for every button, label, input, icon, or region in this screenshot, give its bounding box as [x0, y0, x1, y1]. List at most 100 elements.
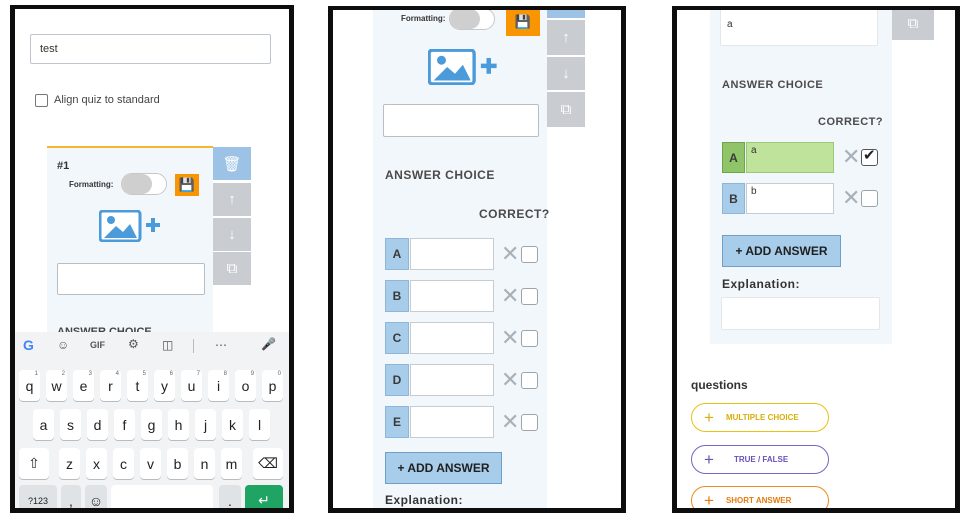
question-text-input[interactable]: a: [720, 10, 878, 46]
delete-choice-icon[interactable]: ✕: [501, 243, 519, 265]
delete-button[interactable]: [547, 10, 585, 18]
space-key[interactable]: [111, 485, 213, 508]
formatting-toggle[interactable]: [449, 10, 495, 30]
add-answer-button[interactable]: + ADD ANSWER: [385, 452, 502, 484]
key-l[interactable]: l: [249, 409, 270, 440]
enter-icon: ↵: [258, 492, 270, 508]
key-p[interactable]: p0: [262, 370, 283, 401]
choice-input-c[interactable]: [410, 322, 494, 354]
move-down-button[interactable]: ↓: [213, 218, 251, 251]
key-g[interactable]: g: [141, 409, 162, 440]
add-answer-button[interactable]: + ADD ANSWER: [722, 235, 841, 267]
key-r[interactable]: r4: [100, 370, 121, 401]
save-button[interactable]: 💾: [506, 10, 540, 36]
sticker-icon[interactable]: ☺: [57, 338, 69, 352]
backspace-key[interactable]: ⌫: [253, 448, 283, 479]
key-b[interactable]: b: [167, 448, 188, 479]
mode-switch-key[interactable]: ?123: [19, 485, 57, 508]
delete-choice-icon[interactable]: ✕: [501, 369, 519, 391]
delete-choice-icon[interactable]: ✕: [501, 285, 519, 307]
key-a[interactable]: a: [33, 409, 54, 440]
key-o[interactable]: o9: [235, 370, 256, 401]
move-down-button[interactable]: ↓: [547, 57, 585, 90]
correct-heading: CORRECT?: [479, 207, 550, 221]
question-text-input[interactable]: [57, 263, 205, 295]
question-text-input[interactable]: [383, 104, 539, 137]
align-standard-checkbox[interactable]: [35, 94, 48, 107]
key-number-hint: 8: [223, 371, 227, 377]
correct-checkbox-c[interactable]: [521, 330, 538, 347]
question-text-value: a: [727, 19, 733, 30]
key-k[interactable]: k: [222, 409, 243, 440]
questions-label: questions: [691, 378, 748, 392]
key-f[interactable]: f: [114, 409, 135, 440]
delete-choice-icon[interactable]: ✕: [501, 327, 519, 349]
explanation-input[interactable]: [721, 297, 880, 330]
delete-choice-b-icon[interactable]: ✕: [842, 187, 860, 209]
correct-checkbox-a[interactable]: [521, 246, 538, 263]
comma-key[interactable]: ,: [61, 485, 81, 508]
key-q[interactable]: q1: [19, 370, 40, 401]
correct-checkbox-a[interactable]: ✔: [861, 147, 878, 166]
formatting-toggle[interactable]: [121, 173, 167, 195]
choice-input-b[interactable]: [410, 280, 494, 312]
choice-input-b[interactable]: b: [746, 183, 834, 214]
move-up-button[interactable]: ↑: [213, 183, 251, 216]
move-up-button[interactable]: ↑: [547, 20, 585, 55]
key-w[interactable]: w2: [46, 370, 67, 401]
translate-icon[interactable]: ◫: [162, 338, 173, 352]
mic-icon[interactable]: 🎤: [261, 337, 276, 351]
key-n[interactable]: n: [194, 448, 215, 479]
key-h[interactable]: h: [168, 409, 189, 440]
choice-input-d[interactable]: [410, 364, 494, 396]
add-image-icon[interactable]: [99, 210, 163, 242]
key-i[interactable]: i8: [208, 370, 229, 401]
add-multiple-choice-button[interactable]: + MULTIPLE CHOICE: [691, 403, 829, 432]
gear-icon[interactable]: ⚙: [128, 337, 139, 351]
quiz-title-input[interactable]: test: [30, 34, 271, 64]
correct-checkbox-b[interactable]: [861, 190, 878, 207]
key-number-hint: 6: [169, 371, 173, 377]
period-key[interactable]: .: [219, 485, 241, 508]
delete-choice-a-icon[interactable]: ✕: [842, 146, 860, 168]
enter-key[interactable]: ↵: [245, 485, 283, 508]
short-answer-label: SHORT ANSWER: [725, 496, 792, 505]
key-d[interactable]: d: [87, 409, 108, 440]
delete-button[interactable]: 🗑: [213, 147, 251, 180]
correct-checkbox-b[interactable]: [521, 288, 538, 305]
choice-input-a[interactable]: [410, 238, 494, 270]
more-icon[interactable]: ⋯: [215, 338, 227, 352]
answer-choice-heading: ANSWER CHOICE: [722, 79, 824, 91]
key-s[interactable]: s: [60, 409, 81, 440]
shift-key[interactable]: ⇧: [19, 448, 49, 479]
key-c[interactable]: c: [113, 448, 134, 479]
choice-input-e[interactable]: [410, 406, 494, 438]
google-icon[interactable]: G: [23, 337, 34, 353]
save-button[interactable]: 💾: [175, 174, 199, 196]
key-x[interactable]: x: [86, 448, 107, 479]
choice-input-a[interactable]: a: [746, 142, 834, 173]
duplicate-button[interactable]: ⧉: [213, 252, 251, 285]
key-u[interactable]: u7: [181, 370, 202, 401]
question-card: #1 Formatting: 💾 ANSWER CHOICE: [47, 146, 213, 346]
duplicate-button[interactable]: ⧉: [547, 92, 585, 127]
correct-checkbox-d[interactable]: [521, 372, 538, 389]
add-image-icon[interactable]: [428, 49, 500, 85]
key-m[interactable]: m: [221, 448, 242, 479]
key-z[interactable]: z: [59, 448, 80, 479]
add-short-answer-button[interactable]: + SHORT ANSWER: [691, 486, 829, 508]
key-e[interactable]: e3: [73, 370, 94, 401]
key-v[interactable]: v: [140, 448, 161, 479]
correct-checkbox-e[interactable]: [521, 414, 538, 431]
key-y[interactable]: y6: [154, 370, 175, 401]
key-number-hint: 5: [142, 371, 146, 377]
add-true-false-button[interactable]: + TRUE / FALSE: [691, 445, 829, 474]
key-t[interactable]: t5: [127, 370, 148, 401]
emoji-key[interactable]: ☺: [85, 485, 107, 508]
delete-choice-icon[interactable]: ✕: [501, 411, 519, 433]
gif-button[interactable]: GIF: [90, 340, 105, 350]
explanation-label: Explanation:: [722, 277, 801, 291]
duplicate-button[interactable]: ⧉: [892, 10, 934, 40]
true-false-label: TRUE / FALSE: [733, 455, 789, 464]
key-j[interactable]: j: [195, 409, 216, 440]
